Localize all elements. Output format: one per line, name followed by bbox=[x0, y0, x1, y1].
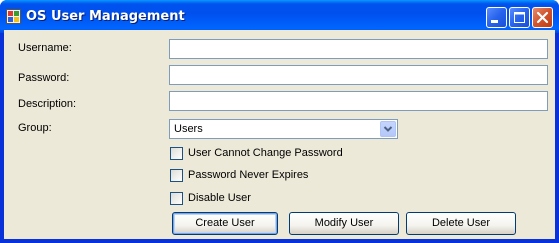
title-bar[interactable]: OS User Management bbox=[0, 0, 559, 33]
create-user-button[interactable]: Create User bbox=[172, 212, 278, 235]
username-input[interactable] bbox=[169, 39, 548, 59]
client-area: Username: Password: Description: Group: … bbox=[4, 30, 555, 239]
delete-user-button[interactable]: Delete User bbox=[406, 212, 516, 235]
password-label: Password: bbox=[18, 72, 70, 84]
modify-user-button[interactable]: Modify User bbox=[289, 212, 399, 235]
os-user-management-window: OS User Management Username: Password: D… bbox=[0, 0, 559, 243]
close-button[interactable] bbox=[532, 7, 553, 28]
app-icon[interactable] bbox=[6, 9, 21, 24]
minimize-icon bbox=[491, 20, 498, 23]
dropdown-arrow-button[interactable] bbox=[380, 121, 396, 137]
checkbox-disable-user[interactable] bbox=[170, 192, 183, 205]
group-selected-value: Users bbox=[174, 123, 203, 135]
description-label: Description: bbox=[18, 98, 77, 110]
close-icon bbox=[536, 11, 549, 24]
checkbox-label: User Cannot Change Password bbox=[188, 147, 343, 159]
password-input[interactable] bbox=[169, 65, 548, 85]
checkbox-password-never-expires[interactable] bbox=[170, 169, 183, 182]
checkbox-label: Password Never Expires bbox=[188, 169, 309, 181]
minimize-button[interactable] bbox=[486, 7, 507, 28]
maximize-icon bbox=[514, 12, 525, 23]
chevron-down-icon bbox=[383, 126, 393, 132]
description-input[interactable] bbox=[169, 91, 548, 111]
checkbox-cannot-change-password[interactable] bbox=[170, 147, 183, 160]
checkbox-label: Disable User bbox=[188, 192, 251, 204]
window-title: OS User Management bbox=[26, 9, 185, 24]
group-select[interactable]: Users bbox=[169, 119, 398, 139]
username-label: Username: bbox=[18, 42, 72, 54]
maximize-button[interactable] bbox=[509, 7, 530, 28]
group-label: Group: bbox=[18, 122, 52, 134]
